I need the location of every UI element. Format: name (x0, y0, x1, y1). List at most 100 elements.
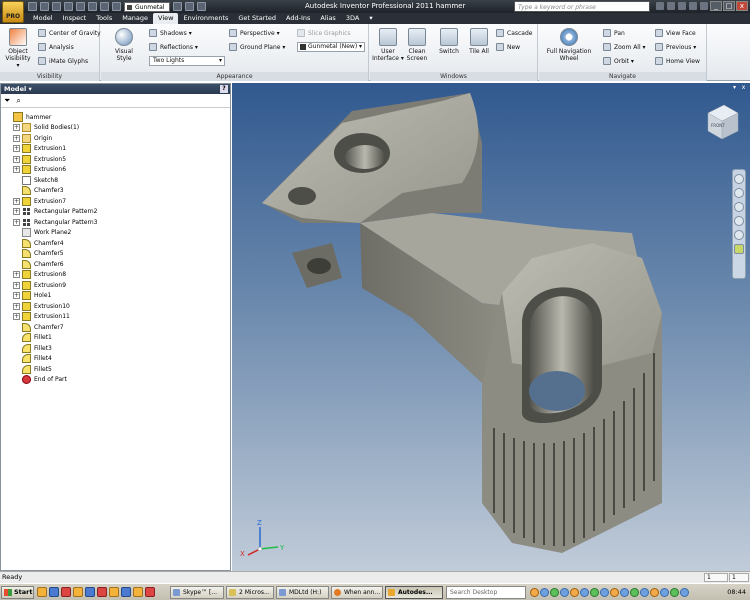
tab-get-started[interactable]: Get Started (233, 13, 281, 24)
tree-node[interactable]: Sketch8 (4, 175, 230, 186)
communication-icon[interactable] (678, 2, 686, 10)
viewcube[interactable]: FRONT (704, 101, 740, 141)
tree-node[interactable]: + Extrusion8 (4, 270, 230, 281)
quicklaunch-app-icon[interactable] (109, 587, 119, 597)
ground-plane-button[interactable]: Ground Plane ▾ (229, 43, 285, 51)
tab-model[interactable]: Model (28, 13, 58, 24)
tab-view[interactable]: View (153, 13, 179, 24)
quicklaunch-app-icon[interactable] (61, 587, 71, 597)
quicklaunch-app-icon[interactable] (85, 587, 95, 597)
tree-expander[interactable]: + (13, 145, 20, 153)
parameters-icon[interactable] (173, 2, 182, 11)
subscription-icon[interactable] (667, 2, 675, 10)
tree-expander[interactable]: + (13, 166, 20, 174)
tray-icon[interactable] (660, 588, 669, 597)
clean-screen-button[interactable]: Clean Screen (404, 28, 430, 62)
home-icon[interactable] (88, 2, 97, 11)
tab-3da[interactable]: 3DA (341, 13, 364, 24)
filter-icon[interactable]: ⏷ (4, 96, 10, 106)
tray-icon[interactable] (680, 588, 689, 597)
steering-wheel-icon[interactable] (734, 174, 744, 184)
tray-icon[interactable] (540, 588, 549, 597)
orbit-icon[interactable] (734, 216, 744, 226)
visual-style-button[interactable]: Visual Style (107, 28, 141, 62)
minimize-button[interactable]: _ (710, 1, 722, 11)
tab-environments[interactable]: Environments (178, 13, 233, 24)
find-icon[interactable]: ⌕ (16, 96, 20, 106)
tray-icon[interactable] (670, 588, 679, 597)
navbar-customize-icon[interactable] (734, 244, 744, 254)
perspective-button[interactable]: Perspective ▾ (229, 29, 280, 37)
user-interface-button[interactable]: User Interface ▾ (372, 28, 404, 62)
search-icon[interactable] (656, 2, 664, 10)
tree-node[interactable]: + Origin (4, 133, 230, 144)
tree-node[interactable]: Fillet5 (4, 364, 230, 375)
zoom-icon[interactable] (734, 202, 744, 212)
tree-node[interactable]: + Extrusion1 (4, 144, 230, 155)
application-menu-button[interactable]: PRO (2, 1, 24, 23)
tree-node[interactable]: Fillet3 (4, 343, 230, 354)
tray-icon[interactable] (600, 588, 609, 597)
tree-expander[interactable]: + (13, 218, 20, 226)
tray-icon[interactable] (650, 588, 659, 597)
tree-node[interactable]: + Extrusion10 (4, 301, 230, 312)
tree-node[interactable]: hammer (4, 112, 230, 123)
save-icon[interactable] (52, 2, 61, 11)
tree-node[interactable]: + Hole1 (4, 291, 230, 302)
tree-node[interactable]: Chamfer7 (4, 322, 230, 333)
tree-node[interactable]: Chamfer4 (4, 238, 230, 249)
select-icon[interactable] (100, 2, 109, 11)
tree-node[interactable]: + Extrusion5 (4, 154, 230, 165)
taskbar-task-button[interactable]: MDLtd (H:) (276, 586, 329, 599)
hammer-model[interactable] (232, 83, 750, 571)
quicklaunch-app-icon[interactable] (73, 587, 83, 597)
orbit-button[interactable]: Orbit ▾ (603, 57, 634, 65)
new-icon[interactable] (28, 2, 37, 11)
tray-icon[interactable] (530, 588, 539, 597)
tree-node[interactable]: Fillet1 (4, 333, 230, 344)
tree-node[interactable]: + Rectangular Pattern3 (4, 217, 230, 228)
taskbar-task-button[interactable]: When ann... (331, 586, 383, 599)
pan-icon[interactable] (734, 188, 744, 198)
tab-tools[interactable]: Tools (91, 13, 117, 24)
tray-icon[interactable] (630, 588, 639, 597)
tree-node[interactable]: Chamfer5 (4, 249, 230, 260)
quicklaunch-app-icon[interactable] (145, 587, 155, 597)
graphics-viewport[interactable]: ▾ x FRONT Z Y X (232, 83, 750, 571)
tray-icon[interactable] (610, 588, 619, 597)
tray-icon[interactable] (580, 588, 589, 597)
help-icon[interactable] (700, 2, 708, 10)
tree-node[interactable]: + Extrusion9 (4, 280, 230, 291)
tree-expander[interactable]: + (13, 197, 20, 205)
tree-node[interactable]: + Extrusion6 (4, 165, 230, 176)
browser-help-button[interactable]: ? (220, 85, 228, 93)
taskbar-task-button[interactable]: 2 Micros... (226, 586, 274, 599)
start-button[interactable]: Start (1, 586, 34, 599)
tree-node[interactable]: + Rectangular Pattern2 (4, 207, 230, 218)
look-at-icon[interactable] (734, 230, 744, 240)
cascade-button[interactable]: Cascade (496, 29, 532, 37)
help-search-input[interactable]: Type a keyword or phrase (514, 1, 650, 12)
open-icon[interactable] (40, 2, 49, 11)
system-clock[interactable]: 08:44 (727, 586, 746, 599)
tab-inspect[interactable]: Inspect (58, 13, 92, 24)
tree-expander[interactable]: + (13, 281, 20, 289)
quicklaunch-app-icon[interactable] (121, 587, 131, 597)
redo-icon[interactable] (76, 2, 85, 11)
tree-expander[interactable]: + (13, 313, 20, 321)
favorites-icon[interactable] (689, 2, 697, 10)
quicklaunch-app-icon[interactable] (49, 587, 59, 597)
tree-expander[interactable]: + (13, 292, 20, 300)
tab-add-ins[interactable]: Add-Ins (281, 13, 315, 24)
tree-node[interactable]: Chamfer3 (4, 186, 230, 197)
full-navigation-wheel-button[interactable]: Full Navigation Wheel (541, 28, 597, 62)
tree-expander[interactable]: + (13, 271, 20, 279)
tray-icon[interactable] (550, 588, 559, 597)
tray-icon[interactable] (640, 588, 649, 597)
maximize-button[interactable]: □ (723, 1, 735, 11)
previous-view-button[interactable]: Previous ▾ (655, 43, 696, 51)
taskbar-task-button[interactable]: Autodes... (385, 586, 443, 599)
tree-expander[interactable]: + (13, 155, 20, 163)
customize-icon[interactable] (197, 2, 206, 11)
pan-button[interactable]: Pan (603, 29, 625, 37)
